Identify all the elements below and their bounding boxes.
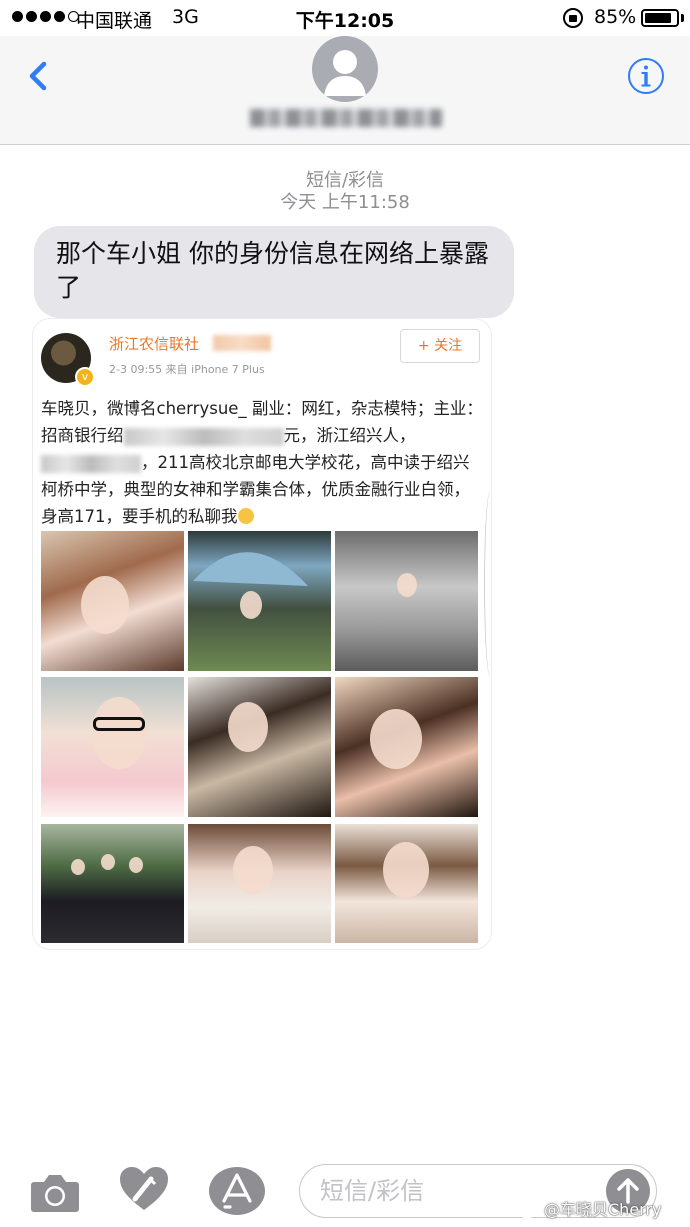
camera-icon[interactable] <box>30 1170 80 1214</box>
photo-3 <box>335 531 478 671</box>
post-text-part2: 元，浙江绍兴人， <box>283 426 416 445</box>
photo-grid <box>41 531 478 943</box>
photo-9 <box>335 824 478 943</box>
info-circle-icon[interactable] <box>626 56 666 96</box>
photo-6 <box>335 677 478 817</box>
post-source: 来自 iPhone 7 Plus <box>165 363 265 376</box>
battery-percent: 85% <box>594 6 637 28</box>
contact-avatar[interactable] <box>312 36 378 102</box>
battery-icon <box>641 9 679 27</box>
message-timestamp: 今天 上午11:58 <box>280 192 410 213</box>
post-time: 2-3 09:55 <box>109 363 163 376</box>
redacted-text <box>123 427 284 446</box>
contact-name-redacted[interactable] <box>250 109 442 127</box>
watermark-text: @车晓贝Cherry <box>544 1200 662 1219</box>
incoming-message-bubble[interactable]: 那个车小姐 你的身份信息在网络上暴露了 <box>34 226 514 318</box>
photo-4 <box>41 677 184 817</box>
photo-2 <box>188 531 331 671</box>
poster-name: 浙江农信联社 <box>109 335 200 353</box>
photo-7 <box>41 824 184 943</box>
app-store-icon[interactable] <box>208 1166 266 1216</box>
weibo-watermark: @车晓贝Cherry <box>518 1196 662 1220</box>
battery-tip <box>681 14 684 22</box>
follow-button: + 关注 <box>400 329 480 363</box>
photo-5 <box>188 677 331 817</box>
chevron-left-icon[interactable] <box>18 54 62 98</box>
post-meta: 2-3 09:55 来自 iPhone 7 Plus <box>109 361 265 377</box>
digital-touch-heart-icon[interactable] <box>118 1164 170 1216</box>
conversation-header <box>0 36 690 145</box>
smile-emoji-icon <box>237 508 254 524</box>
status-bar: 中国联通 3G 下午12:05 85% <box>0 0 690 36</box>
verified-badge-icon: v <box>75 367 95 387</box>
redacted-text <box>41 454 141 473</box>
status-time: 下午12:05 <box>295 10 395 32</box>
image-attachment[interactable]: v 浙江农信联社 2-3 09:55 来自 iPhone 7 Plus + 关注… <box>32 318 492 950</box>
post-text: 车晓贝，微博名cherrysue_ 副业：网红，杂志模特；主业：招商银行绍 元，浙… <box>41 395 485 530</box>
photo-8 <box>188 824 331 943</box>
orientation-lock-icon <box>563 8 583 28</box>
weibo-logo-icon <box>518 1204 539 1218</box>
photo-1 <box>41 531 184 671</box>
person-silhouette-icon <box>324 50 366 96</box>
scroll-indicator <box>484 490 497 678</box>
redacted-name-suffix <box>213 335 271 351</box>
